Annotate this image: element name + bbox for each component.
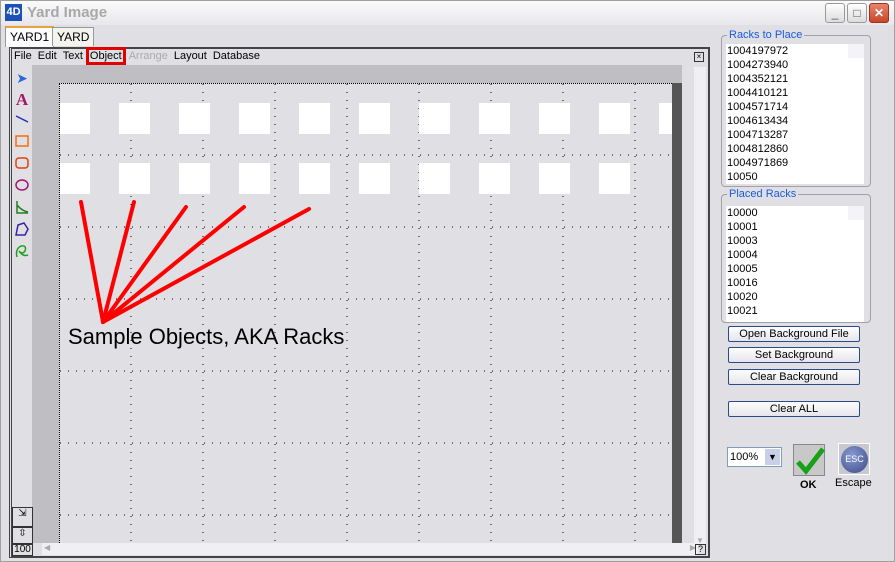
maximize-button[interactable]: □	[847, 3, 867, 23]
escape-button[interactable]: ESC	[838, 443, 870, 475]
list-item[interactable]: 10004	[726, 248, 864, 262]
page-edge	[672, 83, 682, 543]
minimize-button[interactable]: _	[825, 3, 845, 23]
placed-racks-list[interactable]: 10000 10001 10003 10004 10005 10016 10020 10021	[726, 206, 864, 322]
list-scrollbar[interactable]	[848, 206, 864, 220]
tab-yard[interactable]: YARD	[52, 27, 95, 46]
pointer-icon[interactable]: ➤	[12, 67, 32, 89]
list-item[interactable]: 1004713287	[726, 128, 864, 142]
list-item[interactable]: 10000	[726, 206, 864, 220]
horizontal-scrollbar[interactable]: ◀ ▶	[42, 543, 698, 555]
list-item[interactable]: 10003	[726, 234, 864, 248]
list-item[interactable]: 10001	[726, 220, 864, 234]
scroll-updown-icon[interactable]: ⇳	[12, 527, 33, 544]
racks-to-place-list[interactable]: 1004197972 1004273940 1004352121 1004410121…	[726, 44, 864, 184]
esc-icon: ESC	[841, 446, 868, 473]
list-item[interactable]: 1004971869	[726, 156, 864, 170]
zoom-select[interactable]: 100% ▼	[727, 447, 782, 467]
app-logo: 4D	[5, 4, 22, 21]
list-item[interactable]: 1004410121	[726, 86, 864, 100]
text-icon[interactable]: A	[12, 89, 32, 111]
set-background-button[interactable]: Set Background	[728, 347, 860, 363]
vertical-scrollbar[interactable]: ▼	[694, 67, 706, 545]
rounded-rectangle-icon[interactable]	[12, 155, 32, 177]
list-item[interactable]: 10050	[726, 170, 864, 184]
list-item[interactable]: 1004273940	[726, 58, 864, 72]
polygon-icon[interactable]	[12, 221, 32, 243]
list-scrollbar[interactable]	[848, 44, 864, 58]
list-item[interactable]: 10020	[726, 290, 864, 304]
line-icon[interactable]	[12, 111, 32, 133]
list-item[interactable]: 1004571714	[726, 100, 864, 114]
annotation-text: Sample Objects, AKA Racks	[68, 324, 345, 349]
arrow-line	[79, 200, 105, 324]
open-background-file-button[interactable]: Open Background File	[728, 326, 860, 342]
list-item[interactable]: 1004812860	[726, 142, 864, 156]
tool-palette: ➤ A	[12, 67, 32, 265]
clear-background-button[interactable]: Clear Background	[728, 369, 860, 385]
help-icon[interactable]: ?	[695, 544, 706, 555]
placed-racks-label: Placed Racks	[727, 188, 799, 200]
zoom-select-value: 100%	[730, 451, 759, 463]
menu-layout[interactable]: Layout	[174, 50, 207, 62]
menu-text[interactable]: Text	[63, 50, 83, 62]
menu-database[interactable]: Database	[213, 50, 260, 62]
escape-label: Escape	[835, 477, 872, 489]
window-title: Yard Image	[27, 4, 108, 21]
list-item[interactable]: 1004613434	[726, 114, 864, 128]
ok-button[interactable]	[793, 444, 825, 476]
arrow-line	[101, 207, 311, 324]
list-item[interactable]: 1004197972	[726, 44, 864, 58]
menu-object[interactable]: Object	[85, 47, 126, 65]
ok-label: OK	[800, 479, 817, 491]
menu-arrange: Arrange	[128, 50, 168, 62]
arrow-line	[101, 200, 136, 324]
tab-yard1[interactable]: YARD1	[5, 26, 55, 47]
annotation-arrows	[79, 200, 311, 324]
menu-edit[interactable]: Edit	[38, 50, 57, 62]
drawing-canvas[interactable]: Sample Objects, AKA Racks	[32, 65, 682, 543]
list-item[interactable]: 10021	[726, 304, 864, 318]
polyline-icon[interactable]	[12, 199, 32, 221]
list-item[interactable]: 10016	[726, 276, 864, 290]
yard-image-window: 4D Yard Image _ □ ✕ YARD1 YARD File Edit T…	[0, 0, 895, 562]
list-item[interactable]: 1004352121	[726, 72, 864, 86]
close-button[interactable]: ✕	[869, 3, 889, 23]
list-item[interactable]: 10005	[726, 262, 864, 276]
menu-bar: File Edit Text Object Arrange Layout Database	[14, 47, 266, 66]
zoom-readout: 100	[12, 544, 33, 556]
layout-page[interactable]: Sample Objects, AKA Racks	[59, 83, 672, 543]
page-size-icon[interactable]: ⇲	[12, 507, 33, 527]
editor-frame: File Edit Text Object Arrange Layout Database …	[9, 47, 710, 558]
checkmark-icon	[796, 447, 825, 475]
menu-file[interactable]: File	[14, 50, 32, 62]
clear-all-button[interactable]: Clear ALL	[728, 401, 860, 417]
frame-close-icon[interactable]: ×	[694, 52, 704, 62]
freehand-icon[interactable]	[12, 243, 32, 265]
racks-to-place-group: Racks to Place 1004197972 1004273940 10043…	[721, 29, 871, 187]
chevron-down-icon[interactable]: ▼	[765, 449, 780, 465]
rectangle-icon[interactable]	[12, 133, 32, 155]
racks-to-place-label: Racks to Place	[727, 29, 805, 41]
placed-racks-group: Placed Racks 10000 10001 10003 10004 10005 10…	[721, 188, 871, 323]
title-bar: 4D Yard Image _ □ ✕	[1, 1, 894, 25]
oval-icon[interactable]	[12, 177, 32, 199]
